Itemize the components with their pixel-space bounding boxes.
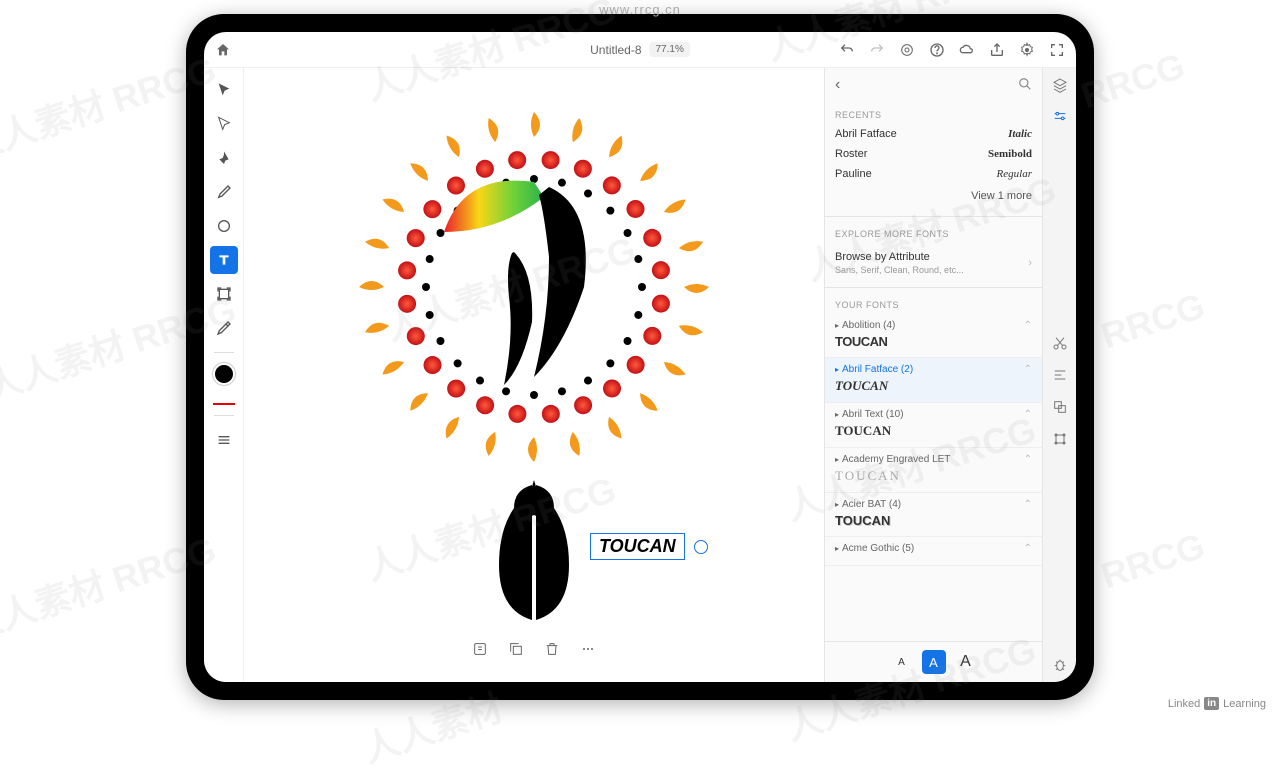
url-watermark: www.rrcg.cn xyxy=(599,2,681,17)
chevron-icon: ⌃ xyxy=(1024,364,1032,375)
toucan-body-graphic xyxy=(484,480,584,640)
font-panel: ‹ RECENTS Abril FatfaceItalicRosterSemib… xyxy=(824,68,1042,682)
font-list-item[interactable]: ⌃Abolition (4)TOUCAN xyxy=(825,314,1042,358)
chevron-right-icon: › xyxy=(1028,257,1032,269)
font-list-item[interactable]: ⌃Abril Fatface (2)TOUCAN xyxy=(825,358,1042,403)
shape-tool-icon[interactable] xyxy=(210,212,238,240)
size-small[interactable]: A xyxy=(890,650,914,674)
font-list-item[interactable]: ⌃Abril Text (10)TOUCAN xyxy=(825,403,1042,448)
recent-font-row[interactable]: RosterSemibold xyxy=(825,144,1042,164)
more-options-icon[interactable] xyxy=(579,640,597,658)
chevron-icon: ⌃ xyxy=(1024,409,1032,420)
chevron-icon: ⌃ xyxy=(1024,543,1032,554)
artboard-tool-icon[interactable] xyxy=(210,280,238,308)
browse-title: Browse by Attribute xyxy=(835,251,930,263)
size-medium[interactable]: A xyxy=(922,650,946,674)
home-icon[interactable] xyxy=(214,41,232,59)
zoom-level[interactable]: 77.1% xyxy=(650,42,690,57)
help-icon[interactable] xyxy=(928,41,946,59)
linkedin-learning-badge: LinkedinLearning xyxy=(1168,697,1266,710)
pen-tool-icon[interactable] xyxy=(210,144,238,172)
font-list-item[interactable]: ⌃Academy Engraved LETTOUCAN xyxy=(825,448,1042,493)
edit-text-icon[interactable] xyxy=(471,640,489,658)
text-object[interactable]: TOUCAN xyxy=(590,533,685,560)
settings-icon[interactable] xyxy=(1018,41,1036,59)
preview-size-bar: A A A xyxy=(825,641,1042,682)
artwork: TOUCAN xyxy=(334,105,734,645)
brush-tool-icon[interactable] xyxy=(210,178,238,206)
chevron-icon: ⌃ xyxy=(1024,499,1032,510)
chevron-icon: ⌃ xyxy=(1024,320,1032,331)
panel-back-icon[interactable]: ‹ xyxy=(835,76,840,94)
layers-rail-icon[interactable] xyxy=(1051,76,1069,94)
canvas[interactable]: TOUCAN xyxy=(244,68,824,682)
size-large[interactable]: A xyxy=(954,650,978,674)
eyedropper-tool-icon[interactable] xyxy=(210,314,238,342)
redo-icon[interactable] xyxy=(868,41,886,59)
properties-rail-icon[interactable] xyxy=(1051,108,1069,126)
text-content: TOUCAN xyxy=(599,536,676,556)
fullscreen-icon[interactable] xyxy=(1048,41,1066,59)
direct-select-tool-icon[interactable] xyxy=(210,110,238,138)
more-tools-icon[interactable] xyxy=(210,426,238,454)
delete-icon[interactable] xyxy=(543,640,561,658)
precision-icon[interactable] xyxy=(898,41,916,59)
app-screen: Untitled-8 77.1% xyxy=(204,32,1076,682)
undo-icon[interactable] xyxy=(838,41,856,59)
bug-rail-icon[interactable] xyxy=(1051,656,1069,674)
recent-font-row[interactable]: PaulineRegular xyxy=(825,164,1042,184)
browse-subtitle: Sans, Serif, Clean, Round, etc... xyxy=(835,265,964,275)
context-bar xyxy=(471,640,597,658)
chevron-icon: ⌃ xyxy=(1024,454,1032,465)
text-resize-handle[interactable] xyxy=(694,540,708,554)
ipad-frame: Untitled-8 77.1% xyxy=(186,14,1094,700)
transform-rail-icon[interactable] xyxy=(1051,430,1069,448)
share-icon[interactable] xyxy=(988,41,1006,59)
your-fonts-label: YOUR FONTS xyxy=(825,292,1042,314)
cloud-sync-icon[interactable] xyxy=(958,41,976,59)
topbar: Untitled-8 77.1% xyxy=(204,32,1076,68)
pathfinder-rail-icon[interactable] xyxy=(1051,398,1069,416)
align-rail-icon[interactable] xyxy=(1051,366,1069,384)
font-list-item[interactable]: ⌃Acier BAT (4)TOUCAN xyxy=(825,493,1042,537)
font-search-input[interactable] xyxy=(848,79,1010,91)
wreath-graphic xyxy=(334,87,734,487)
stroke-color-swatch[interactable] xyxy=(213,403,235,405)
recents-label: RECENTS xyxy=(825,102,1042,124)
duplicate-icon[interactable] xyxy=(507,640,525,658)
search-icon[interactable] xyxy=(1018,77,1032,94)
cut-rail-icon[interactable] xyxy=(1051,334,1069,352)
document-title: Untitled-8 xyxy=(590,43,641,57)
left-toolbar xyxy=(204,68,244,682)
panel-rail xyxy=(1042,68,1076,682)
select-tool-icon[interactable] xyxy=(210,76,238,104)
view-more-link[interactable]: View 1 more xyxy=(825,184,1042,212)
fill-color-swatch[interactable] xyxy=(213,363,235,385)
type-tool-icon[interactable] xyxy=(210,246,238,274)
font-list-item[interactable]: ⌃Acme Gothic (5) xyxy=(825,537,1042,566)
explore-label: EXPLORE MORE FONTS xyxy=(825,221,1042,243)
browse-by-attribute[interactable]: Browse by Attribute Sans, Serif, Clean, … xyxy=(825,243,1042,283)
recent-font-row[interactable]: Abril FatfaceItalic xyxy=(825,124,1042,144)
